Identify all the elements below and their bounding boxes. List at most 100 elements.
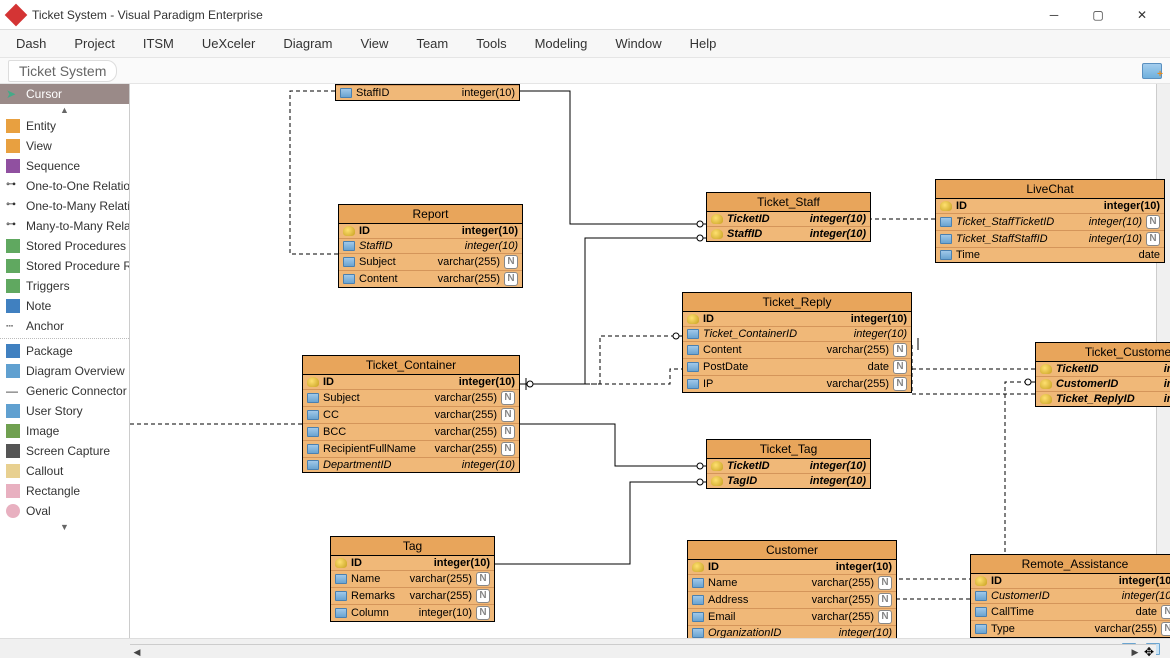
column-type: integer(10) [462,225,518,237]
column-row[interactable]: TicketIDinteger(10) [1036,362,1170,376]
tool-one-to-many-relationship[interactable]: ⊶One-to-Many Relationship [0,196,129,216]
column-row[interactable]: IDinteger(10) [971,574,1170,588]
column-row[interactable]: DepartmentIDinteger(10) [303,457,519,472]
entity-header: Customer [688,541,896,560]
column-row[interactable]: IDinteger(10) [936,199,1164,213]
tool-stored-procedure-resultset[interactable]: Stored Procedure Resultset [0,256,129,276]
column-row[interactable]: IPvarchar(255)N [683,375,911,392]
key-icon [940,201,952,211]
column-row[interactable]: IDinteger(10) [688,560,896,574]
not-null-icon: N [476,572,490,586]
tool-anchor[interactable]: ┄Anchor [0,316,129,336]
new-diagram-icon[interactable] [1142,63,1162,79]
column-row[interactable]: Emailvarchar(255)N [688,608,896,625]
entity-livechat[interactable]: LiveChatIDinteger(10)Ticket_StaffTicketI… [935,179,1165,263]
canvas[interactable]: StaffIDinteger(10)ReportIDinteger(10)Sta… [130,84,1170,638]
column-row[interactable]: Typevarchar(255)N [971,620,1170,637]
column-row[interactable]: Ticket_StaffTicketIDinteger(10)N [936,213,1164,230]
menu-diagram[interactable]: Diagram [283,36,332,51]
column-row[interactable]: Subjectvarchar(255)N [303,389,519,406]
menu-itsm[interactable]: ITSM [143,36,174,51]
column-name: StaffID [359,240,461,252]
column-row[interactable]: Ticket_StaffStaffIDinteger(10)N [936,230,1164,247]
column-row[interactable]: PostDatedateN [683,358,911,375]
column-row[interactable]: TicketIDinteger(10) [707,212,870,226]
column-row[interactable]: IDinteger(10) [303,375,519,389]
tool-rectangle[interactable]: Rectangle [0,481,129,501]
tool-sequence[interactable]: Sequence [0,156,129,176]
column-row[interactable]: CustomerIDinteger(10) [1036,376,1170,391]
column-name: CC [323,409,431,421]
menu-window[interactable]: Window [615,36,661,51]
column-row[interactable]: BCCvarchar(255)N [303,423,519,440]
tool-generic-connector[interactable]: —Generic Connector [0,381,129,401]
breadcrumb-bar: Ticket System [0,58,1170,84]
column-row[interactable]: Addressvarchar(255)N [688,591,896,608]
tool-stored-procedures[interactable]: Stored Procedures [0,236,129,256]
tool-entity[interactable]: Entity [0,116,129,136]
entity-ticket_reply[interactable]: Ticket_ReplyIDinteger(10)Ticket_Containe… [682,292,912,393]
tool-image[interactable]: Image [0,421,129,441]
entity-tag[interactable]: TagIDinteger(10)Namevarchar(255)NRemarks… [330,536,495,622]
tool-diagram-overview[interactable]: Diagram Overview [0,361,129,381]
minimize-button[interactable]: ─ [1034,1,1074,29]
entity-ticket_tag[interactable]: Ticket_TagTicketIDinteger(10)TagIDintege… [706,439,871,489]
column-row[interactable]: CustomerIDinteger(10) [971,588,1170,603]
column-row[interactable]: Namevarchar(255)N [688,574,896,591]
menu-dash[interactable]: Dash [16,36,46,51]
tool-note[interactable]: Note [0,296,129,316]
column-row[interactable]: StaffIDinteger(10) [707,226,870,241]
tool-oval[interactable]: Oval [0,501,129,521]
tool-screen-capture[interactable]: Screen Capture [0,441,129,461]
column-row[interactable]: Columninteger(10)N [331,604,494,621]
tool-callout[interactable]: Callout [0,461,129,481]
tool-label: Generic Connector [26,384,127,398]
column-row[interactable]: IDinteger(10) [331,556,494,570]
column-row[interactable]: StaffIDinteger(10) [336,85,519,100]
tool-one-to-one-relationship[interactable]: ⊶One-to-One Relationship [0,176,129,196]
menu-modeling[interactable]: Modeling [535,36,588,51]
column-row[interactable]: Contentvarchar(255)N [683,341,911,358]
column-row[interactable]: Contentvarchar(255)N [339,270,522,287]
column-row[interactable]: Subjectvarchar(255)N [339,253,522,270]
column-row[interactable]: StaffIDinteger(10) [339,238,522,253]
column-row[interactable]: IDinteger(10) [683,312,911,326]
column-row[interactable]: IDinteger(10) [339,224,522,238]
horizontal-scrollbar[interactable]: ◀▶ ✥ [130,644,1156,658]
tool-package[interactable]: Package [0,341,129,361]
entity-ticket_customer[interactable]: Ticket_CustomerTicketIDinteger(10)Custom… [1035,342,1170,407]
column-row[interactable]: Ticket_ContainerIDinteger(10) [683,326,911,341]
column-row[interactable]: TagIDinteger(10) [707,473,870,488]
column-row[interactable]: Namevarchar(255)N [331,570,494,587]
column-name: RecipientFullName [323,443,431,455]
column-row[interactable]: CCvarchar(255)N [303,406,519,423]
tool-user-story[interactable]: User Story [0,401,129,421]
entity-customer[interactable]: CustomerIDinteger(10)Namevarchar(255)NAd… [687,540,897,638]
column-row[interactable]: Remarksvarchar(255)N [331,587,494,604]
column-row[interactable]: OrganizationIDinteger(10) [688,625,896,638]
entity-report[interactable]: ReportIDinteger(10)StaffIDinteger(10)Sub… [338,204,523,288]
menu-tools[interactable]: Tools [476,36,506,51]
breadcrumb[interactable]: Ticket System [8,60,117,82]
menu-view[interactable]: View [360,36,388,51]
entity-remote_assist[interactable]: Remote_AssistanceIDinteger(10)CustomerID… [970,554,1170,638]
column-name: Email [708,611,808,623]
menu-uexceler[interactable]: UeXceler [202,36,255,51]
maximize-button[interactable]: ▢ [1078,1,1118,29]
close-button[interactable]: ✕ [1122,1,1162,29]
column-row[interactable]: CallTimedateN [971,603,1170,620]
tool-cursor[interactable]: ➤Cursor [0,84,129,104]
column-row[interactable]: RecipientFullNamevarchar(255)N [303,440,519,457]
menu-help[interactable]: Help [690,36,717,51]
menu-team[interactable]: Team [416,36,448,51]
entity-ticket_container[interactable]: Ticket_ContainerIDinteger(10)Subjectvarc… [302,355,520,473]
tool-view[interactable]: View [0,136,129,156]
entity-staff_top[interactable]: StaffIDinteger(10) [335,84,520,101]
menu-project[interactable]: Project [74,36,114,51]
column-row[interactable]: Timedate [936,247,1164,262]
entity-ticket_staff[interactable]: Ticket_StaffTicketIDinteger(10)StaffIDin… [706,192,871,242]
tool-triggers[interactable]: Triggers [0,276,129,296]
column-row[interactable]: TicketIDinteger(10) [707,459,870,473]
column-row[interactable]: Ticket_ReplyIDinteger(10) [1036,391,1170,406]
tool-many-to-many-relationship[interactable]: ⊶Many-to-Many Relationship [0,216,129,236]
